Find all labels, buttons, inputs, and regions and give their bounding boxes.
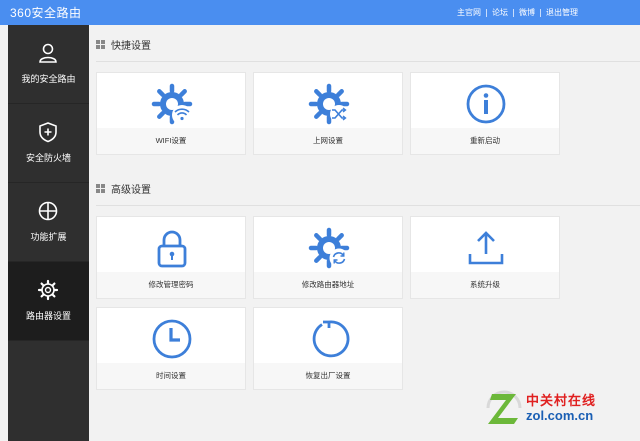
grid-circle-icon [38, 201, 58, 221]
grid-icon [96, 184, 105, 193]
card-label: 修改管理密码 [97, 272, 245, 298]
watermark-en: zol.com.cn [526, 408, 594, 423]
watermark-cn: 中关村在线 [526, 393, 597, 408]
section-divider [96, 61, 640, 62]
main-content: 快捷设置 WIFI设置 上网设置 重新启动 高级设置 修改管理密码 修改路由器地… [89, 25, 640, 441]
info-circle-icon [466, 84, 506, 124]
sidebar: 我的安全路由 安全防火墙 功能扩展 路由器设置 [8, 25, 89, 441]
upload-icon [468, 231, 504, 265]
sidebar-item-my-router[interactable]: 我的安全路由 [8, 25, 89, 104]
link-divider [540, 8, 541, 17]
sidebar-item-label: 安全防火墙 [25, 153, 71, 163]
card-label: 上网设置 [254, 128, 402, 154]
brand-title: 360安全路由 [10, 6, 82, 20]
gear-refresh-icon [308, 227, 350, 269]
card-label: 重新启动 [411, 128, 559, 154]
card-factory-reset[interactable]: 恢复出厂设置 [253, 307, 403, 390]
card-label: 恢复出厂设置 [254, 363, 402, 389]
card-label: WIFI设置 [97, 128, 245, 154]
gear-shuffle-icon [308, 83, 350, 125]
sidebar-item-router-settings[interactable]: 路由器设置 [8, 262, 89, 341]
zol-logo-icon [486, 390, 522, 424]
card-restart[interactable]: 重新启动 [410, 72, 560, 155]
link-weibo[interactable]: 微博 [519, 7, 535, 18]
sidebar-item-extensions[interactable]: 功能扩展 [8, 183, 89, 262]
sidebar-item-label: 我的安全路由 [21, 74, 76, 84]
sidebar-item-label: 功能扩展 [30, 232, 67, 242]
link-official-site[interactable]: 主官网 [457, 7, 481, 18]
restore-icon [312, 320, 350, 358]
card-internet-settings[interactable]: 上网设置 [253, 72, 403, 155]
clock-icon [152, 319, 192, 359]
card-wifi-settings[interactable]: WIFI设置 [96, 72, 246, 155]
card-change-router-address[interactable]: 修改路由器地址 [253, 216, 403, 299]
card-change-password[interactable]: 修改管理密码 [96, 216, 246, 299]
section-title-text: 快捷设置 [111, 41, 151, 52]
link-divider [486, 8, 487, 17]
shield-plus-icon [39, 122, 57, 143]
card-label: 修改路由器地址 [254, 272, 402, 298]
link-logout[interactable]: 退出管理 [546, 7, 578, 18]
section-title-advanced: 高级设置 [96, 181, 151, 196]
user-icon [39, 43, 57, 63]
link-forum[interactable]: 论坛 [492, 7, 508, 18]
link-divider [513, 8, 514, 17]
card-label: 时间设置 [97, 363, 245, 389]
grid-icon [96, 40, 105, 49]
card-time-settings[interactable]: 时间设置 [96, 307, 246, 390]
top-links: 主官网 论坛 微博 退出管理 [457, 7, 578, 18]
section-title-quick: 快捷设置 [96, 37, 151, 52]
card-system-upgrade[interactable]: 系统升级 [410, 216, 560, 299]
lock-icon [157, 230, 187, 268]
top-bar: 360安全路由 主官网 论坛 微博 退出管理 [0, 0, 640, 25]
gear-wifi-icon [151, 83, 193, 125]
card-label: 系统升级 [411, 272, 559, 298]
section-title-text: 高级设置 [111, 185, 151, 196]
sidebar-item-label: 路由器设置 [25, 311, 71, 321]
watermark-logo: 中关村在线 zol.com.cn [484, 388, 634, 433]
gear-icon [37, 279, 59, 301]
section-divider [96, 205, 640, 206]
sidebar-item-firewall[interactable]: 安全防火墙 [8, 104, 89, 183]
